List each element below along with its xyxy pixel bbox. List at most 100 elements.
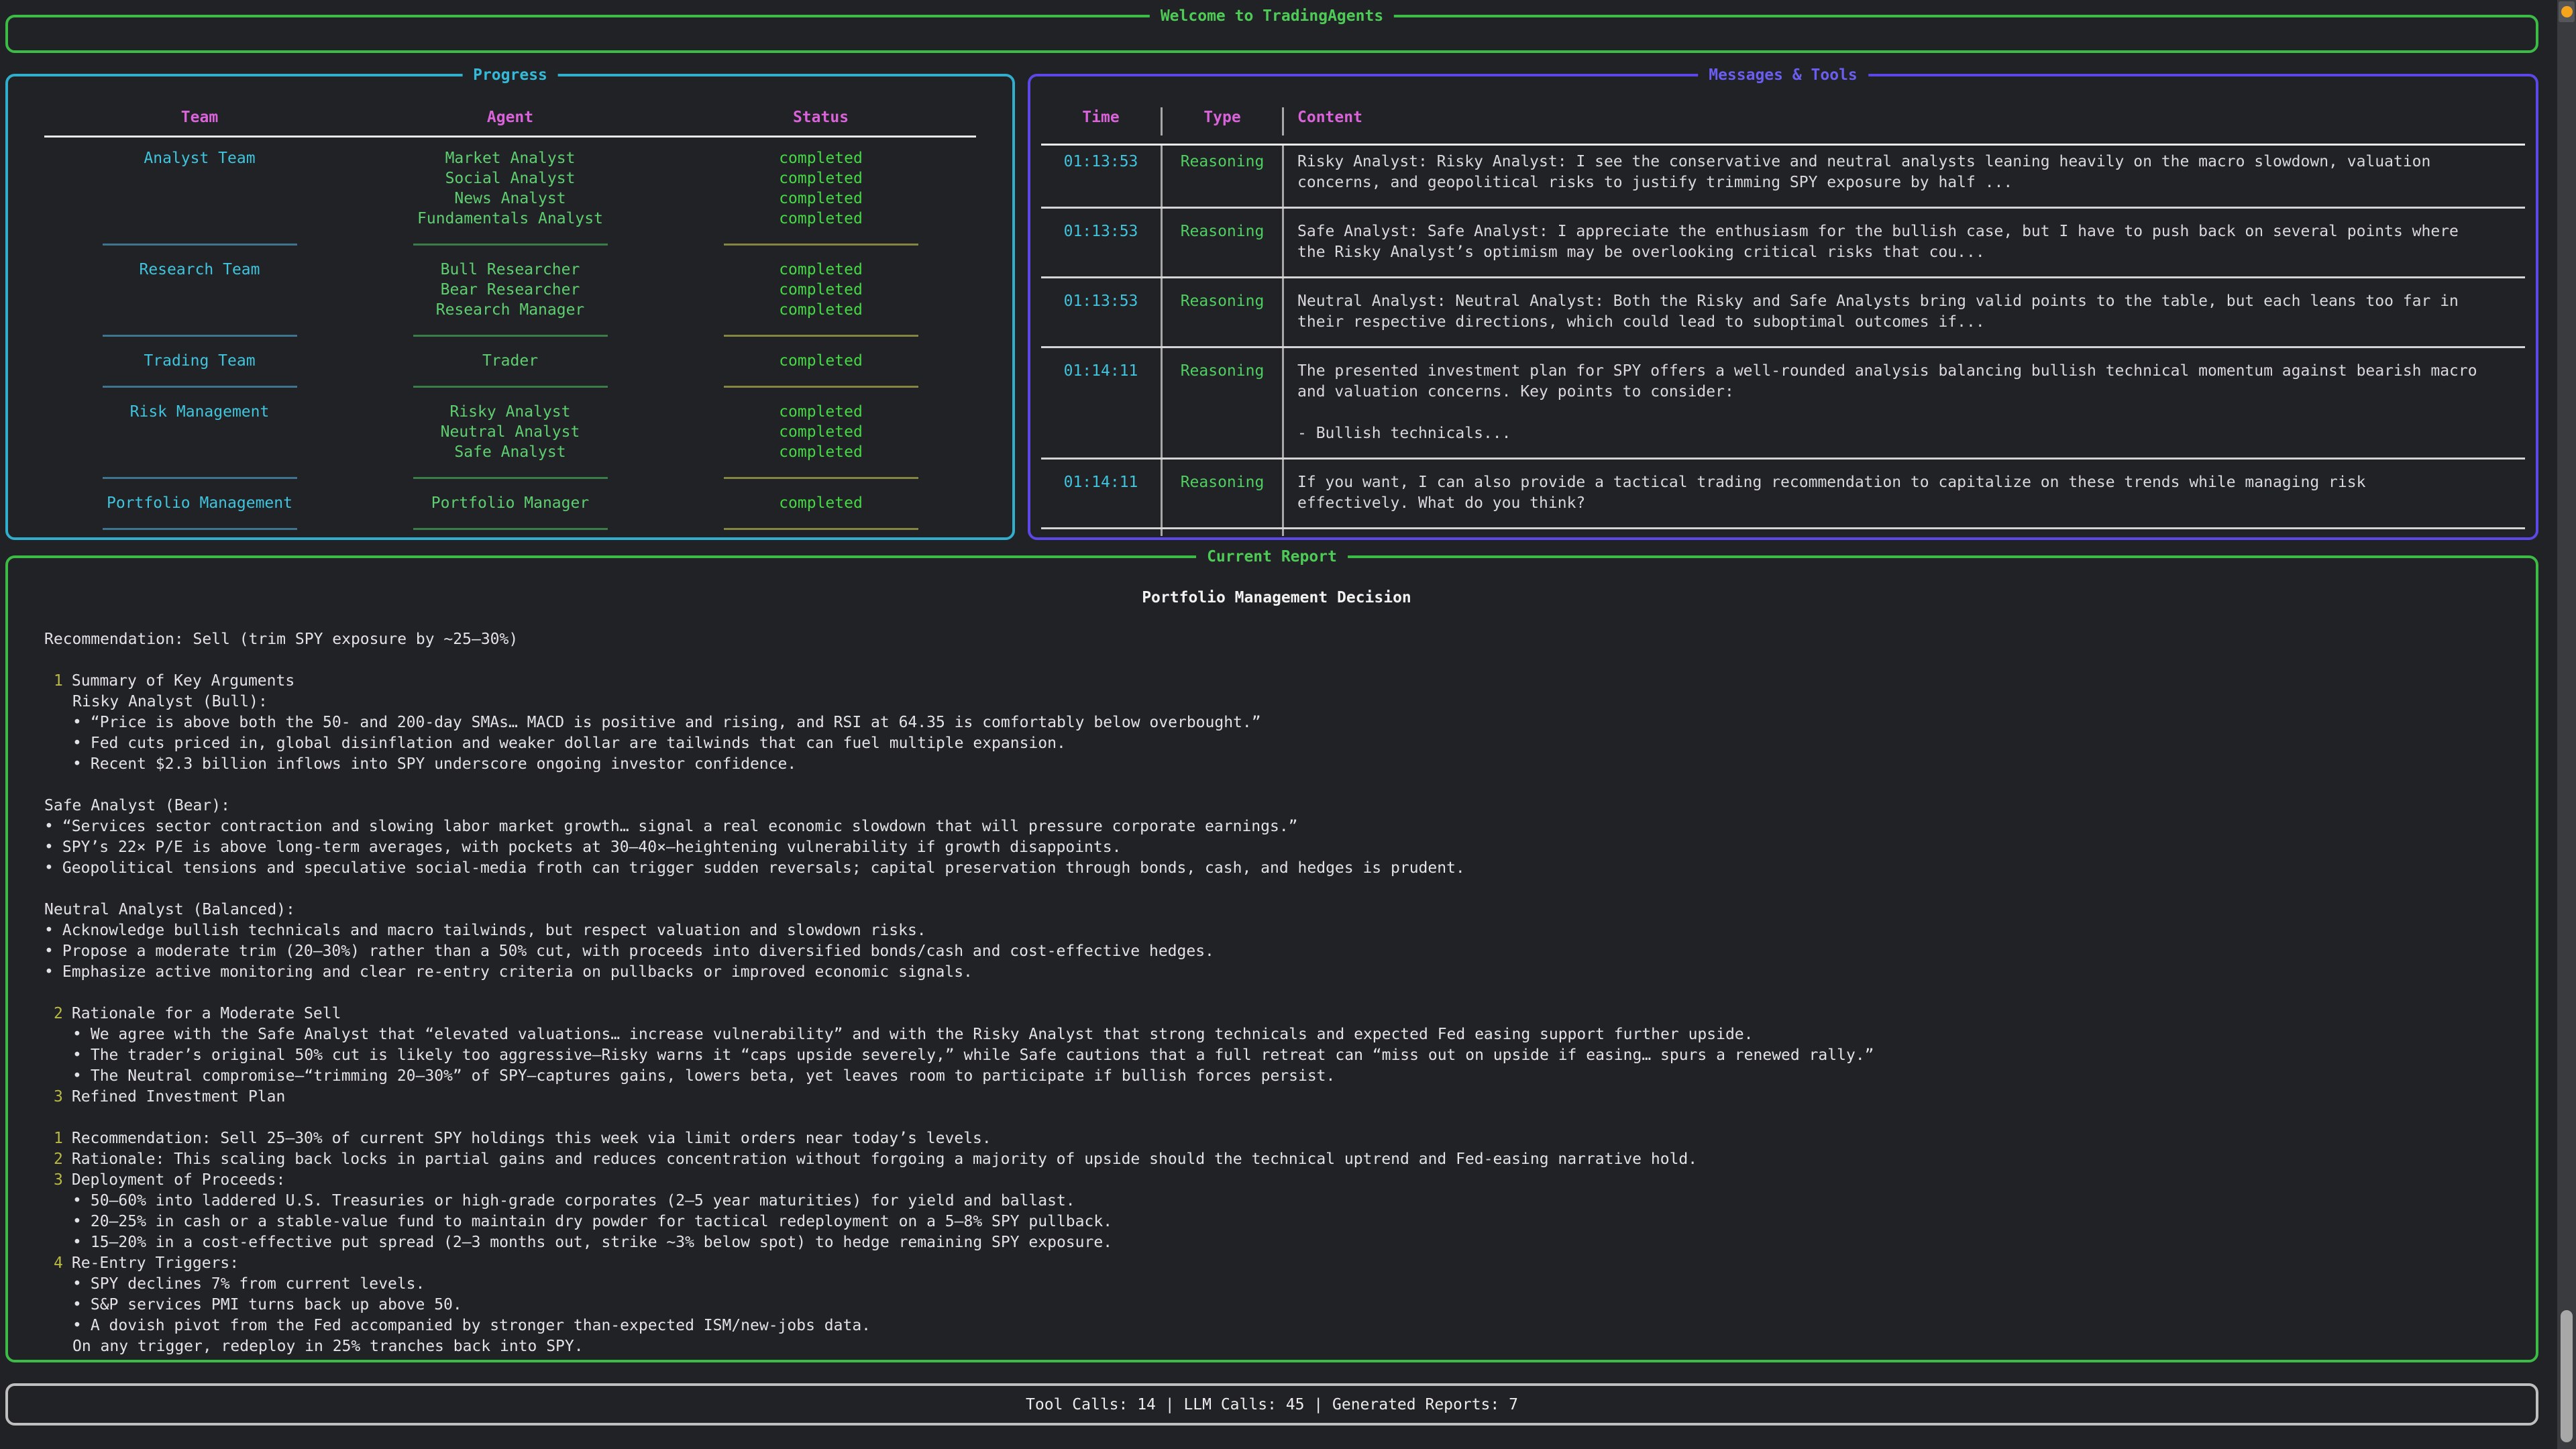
- progress-row: Risk Management Risky Analyst completed: [44, 402, 976, 422]
- report-line-text: Safe Analyst (Bear):: [44, 797, 230, 814]
- report-line-text: The trader’s original 50% cut is likely …: [91, 1046, 1874, 1064]
- agent-cell: Social Analyst: [355, 168, 665, 189]
- welcome-title: Welcome to TradingAgents: [1150, 4, 1394, 28]
- report-line-text: Neutral Analyst (Balanced):: [44, 901, 295, 918]
- report-line: 1Recommendation: Sell 25–30% of current …: [44, 1128, 2509, 1149]
- progress-row: Analyst Team Market Analyst completed: [44, 148, 976, 168]
- report-line: Recommendation: Sell (trim SPY exposure …: [44, 629, 2509, 650]
- list-number: 3: [54, 1088, 63, 1106]
- progress-row: Bear Researcher completed: [44, 280, 976, 300]
- progress-panel: Progress Team Agent Status Analyst Team …: [5, 74, 1015, 540]
- messages-table-header: Time Type Content: [1041, 107, 2525, 146]
- team-cell: Portfolio Management: [44, 493, 355, 513]
- scrollbar-thumb[interactable]: [2561, 1310, 2573, 1442]
- scrollbar[interactable]: [2557, 0, 2576, 1449]
- report-line: •Recent $2.3 billion inflows into SPY un…: [44, 754, 2509, 775]
- report-line: • Acknowledge bullish technicals and macr…: [44, 920, 2509, 941]
- agent-cell: Market Analyst: [355, 148, 665, 168]
- agent-cell: Risky Analyst: [355, 402, 665, 422]
- status-cell: completed: [665, 422, 976, 442]
- report-line: Neutral Analyst (Balanced):: [44, 900, 2509, 920]
- report-line: • “Price is above both the 50- and 200-da…: [44, 712, 2509, 733]
- report-line: 2 Rationale for a Moderate Sell: [44, 1004, 2509, 1024]
- message-row: 01:13:53 Reasoning Safe Analyst: Safe An…: [1041, 215, 2525, 270]
- report-line: •S&P services PMI turns back up above 50…: [44, 1295, 2509, 1316]
- welcome-panel: Welcome to TradingAgents: [5, 15, 2538, 53]
- report-line-text: A dovish pivot from the Fed accompanied …: [91, 1317, 871, 1334]
- report-line-text: “Services sector contraction and slowing…: [62, 818, 1298, 835]
- bullet-icon: •: [72, 1317, 82, 1334]
- progress-table: Team Agent Status Analyst Team Market An…: [44, 107, 976, 544]
- team-cell: Trading Team: [44, 351, 355, 371]
- report-line: •SPY declines 7% from current levels.: [44, 1274, 2509, 1295]
- bullet-icon: •: [44, 922, 54, 939]
- message-type: Reasoning: [1161, 466, 1282, 521]
- scroll-top-button[interactable]: [2559, 1, 2575, 22]
- report-line-text: 15–20% in a cost-effective put spread (2…: [91, 1234, 1112, 1251]
- progress-row: Fundamentals Analyst completed: [44, 209, 976, 229]
- messages-table: Time Type Content 01:13:53 Reasoning Ris…: [1041, 107, 2525, 536]
- message-time: 01:13:53: [1041, 285, 1161, 340]
- report-line-text: S&P services PMI turns back up above 50.: [91, 1296, 462, 1313]
- report-line: •20–25% in cash or a stable-value fund t…: [44, 1212, 2509, 1232]
- column-header-status: Status: [665, 107, 976, 127]
- report-line: •Fed cuts priced in, global disinflation…: [44, 733, 2509, 754]
- agent-cell: Bear Researcher: [355, 280, 665, 300]
- report-line-text: Rationale for a Moderate Sell: [72, 1005, 341, 1022]
- report-line: 1Summary of Key Arguments: [44, 671, 2509, 692]
- report-line: •The Neutral compromise—“trimming 20–30%…: [44, 1066, 2509, 1087]
- report-line-text: SPY declines 7% from current levels.: [91, 1275, 425, 1293]
- report-line: •Propose a moderate trim (20–30%) rather…: [44, 941, 2509, 962]
- message-content: Neutral Analyst: Neutral Analyst: Both t…: [1282, 285, 2525, 340]
- status-cell: completed: [665, 189, 976, 209]
- message-content: The presented investment plan for SPY of…: [1282, 355, 2525, 451]
- message-content: If you want, I can also provide a tactic…: [1282, 466, 2525, 521]
- message-row: 01:13:53 Reasoning Neutral Analyst: Neut…: [1041, 285, 2525, 340]
- report-line-text: Fed cuts priced in, global disinflation …: [91, 735, 1066, 752]
- team-section-divider: [44, 513, 976, 544]
- message-row-divider: [1041, 451, 2525, 466]
- message-time: 01:13:53: [1041, 146, 1161, 201]
- report-line-text: Risky Analyst (Bull):: [72, 693, 268, 710]
- message-row-divider: [1041, 521, 2525, 536]
- status-cell: completed: [665, 260, 976, 280]
- message-content: Risky Analyst: Risky Analyst: I see the …: [1282, 146, 2525, 201]
- team-cell: [44, 442, 355, 462]
- progress-row: Neutral Analyst completed: [44, 422, 976, 442]
- report-line-text: Acknowledge bullish technicals and macro…: [62, 922, 926, 939]
- report-panel-title: Current Report: [1196, 545, 1348, 569]
- message-type: Reasoning: [1161, 355, 1282, 451]
- agent-cell: Safe Analyst: [355, 442, 665, 462]
- team-cell: [44, 300, 355, 320]
- report-line: [44, 775, 2509, 796]
- bullet-icon: •: [44, 818, 54, 835]
- team-section-divider: [44, 320, 976, 351]
- message-time: 01:14:11: [1041, 355, 1161, 451]
- list-number: 1: [54, 1130, 63, 1147]
- team-cell: [44, 422, 355, 442]
- message-row-divider: [1041, 201, 2525, 215]
- team-cell: [44, 209, 355, 229]
- agent-cell: Portfolio Manager: [355, 493, 665, 513]
- message-row: 01:14:11 Reasoning The presented investm…: [1041, 355, 2525, 451]
- bullet-icon: •: [72, 1067, 82, 1085]
- report-panel: Current Report Portfolio Management Deci…: [5, 555, 2538, 1362]
- team-section-divider: [44, 229, 976, 260]
- bullet-icon: •: [72, 714, 82, 731]
- report-heading: Portfolio Management Decision: [44, 588, 2509, 608]
- agent-cell: Fundamentals Analyst: [355, 209, 665, 229]
- bullet-icon: •: [44, 839, 54, 856]
- report-line-text: Deployment of Proceeds:: [72, 1171, 286, 1189]
- agent-cell: Research Manager: [355, 300, 665, 320]
- messages-table-body: 01:13:53 Reasoning Risky Analyst: Risky …: [1041, 146, 2525, 536]
- report-line-text: “Price is above both the 50- and 200-day…: [91, 714, 1261, 731]
- report-line: •Emphasize active monitoring and clear r…: [44, 962, 2509, 983]
- team-cell: Research Team: [44, 260, 355, 280]
- report-line-text: Recommendation: Sell (trim SPY exposure …: [44, 631, 518, 648]
- progress-team-section: Portfolio Management Portfolio Manager c…: [44, 493, 976, 544]
- report-line-text: 50–60% into laddered U.S. Treasuries or …: [91, 1192, 1075, 1210]
- list-number: 2: [54, 1005, 63, 1022]
- team-section-divider: [44, 371, 976, 402]
- status-cell: completed: [665, 209, 976, 229]
- progress-row: Trading Team Trader completed: [44, 351, 976, 371]
